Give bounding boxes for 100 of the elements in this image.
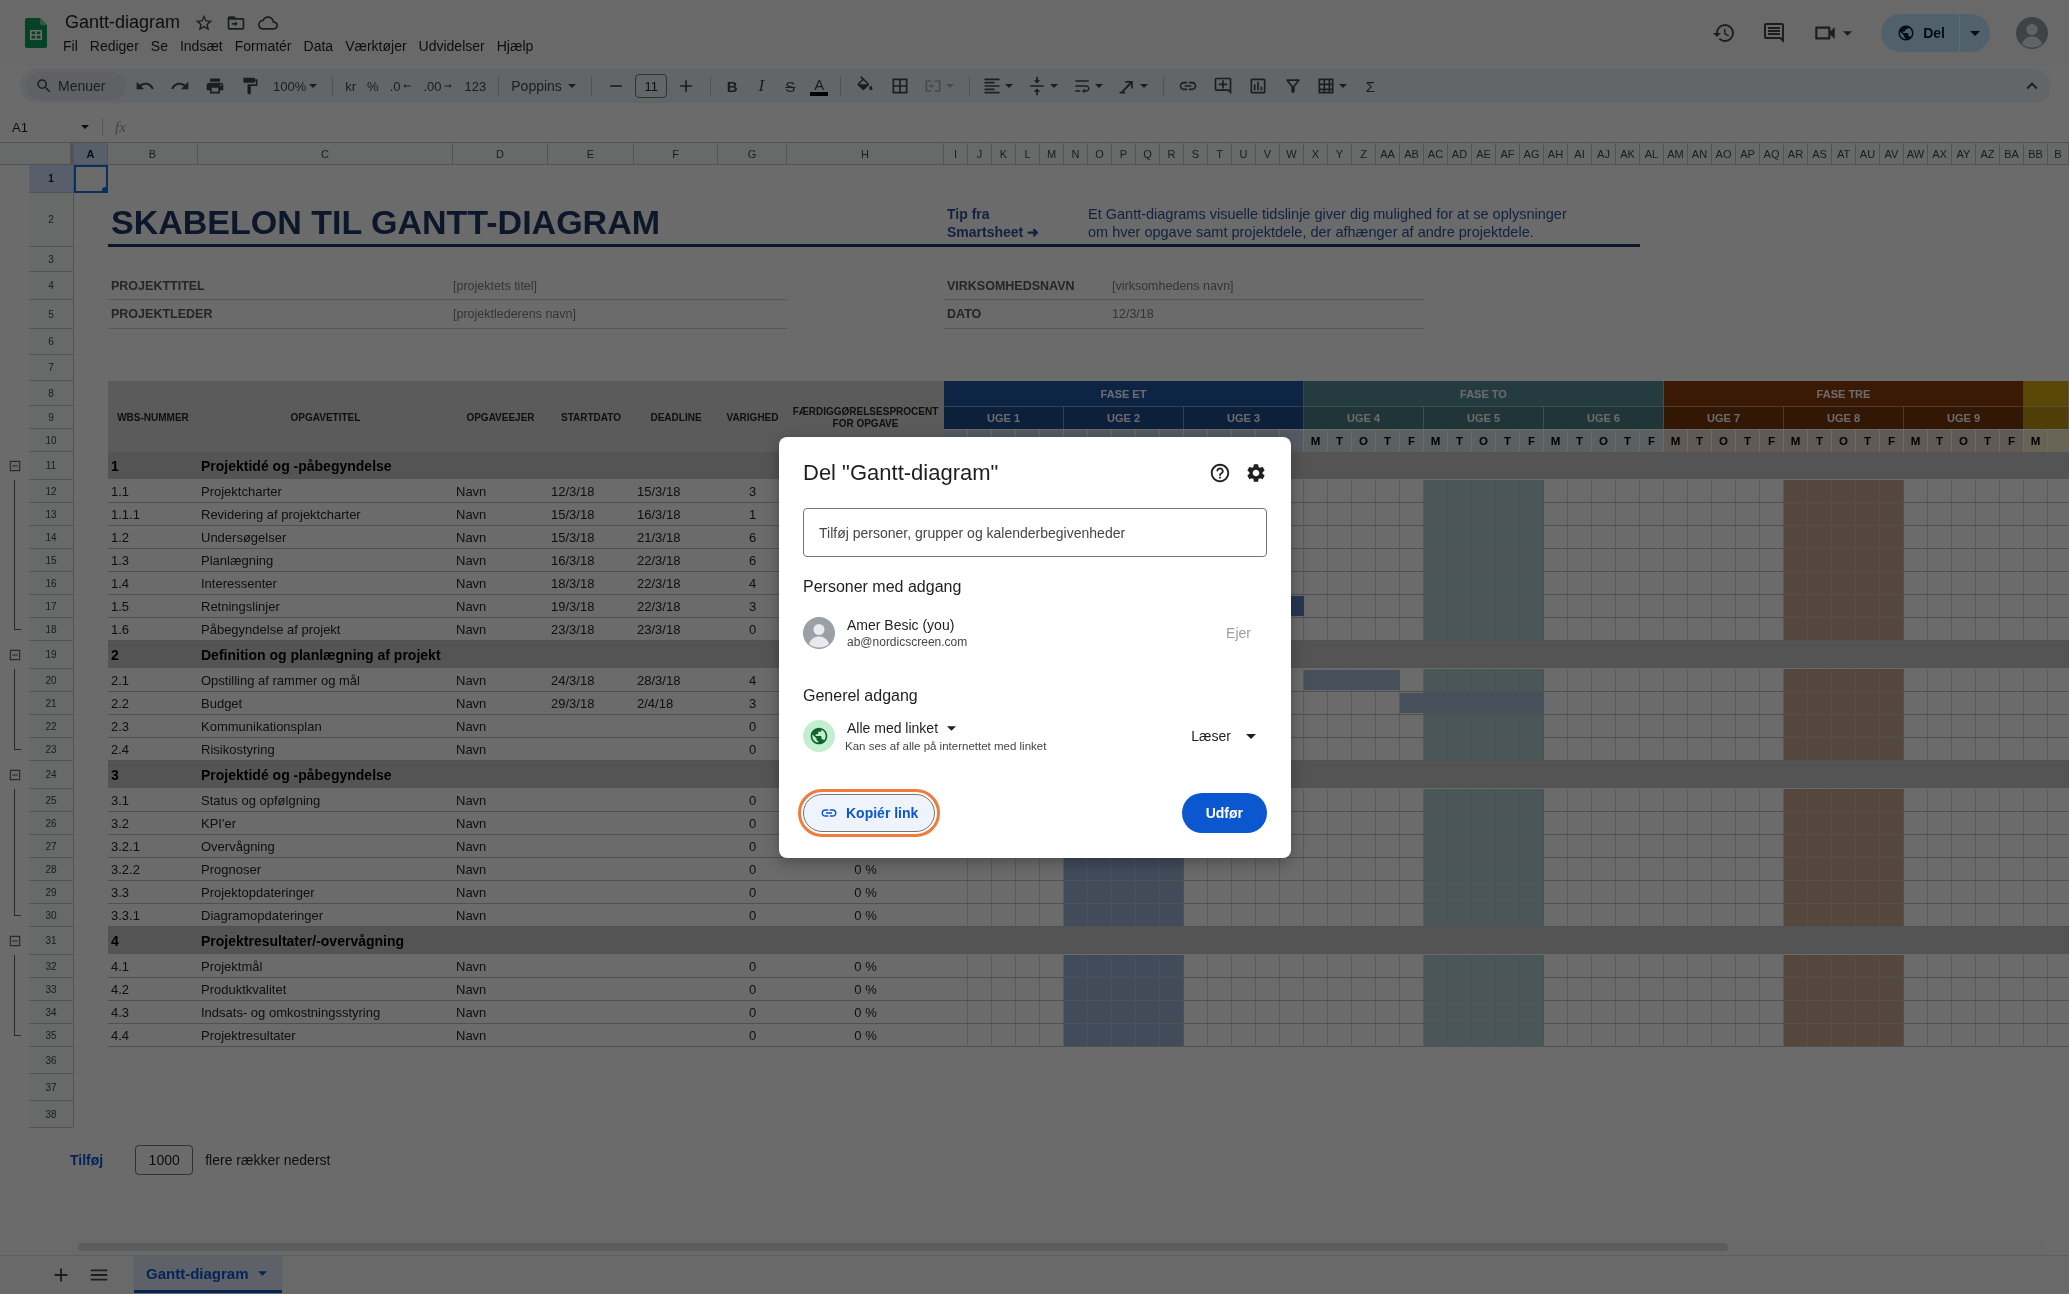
row-header[interactable]: 22 (29, 715, 74, 738)
column-header[interactable]: P (1112, 143, 1136, 165)
invite-input-field[interactable]: Tilføj personer, grupper og kalenderbegivenheder (803, 508, 1267, 557)
row-header[interactable]: 35 (29, 1024, 74, 1047)
font-size-field[interactable]: 11 (635, 74, 668, 98)
column-header[interactable]: AV (1880, 143, 1904, 165)
menu-item[interactable]: Rediger (84, 36, 144, 56)
italic-button[interactable]: I (748, 72, 775, 100)
column-header[interactable]: BA (2000, 143, 2024, 165)
row-count-field[interactable]: 1000 (135, 1145, 194, 1175)
add-comment-icon[interactable] (1213, 76, 1234, 96)
bold-button[interactable]: B (719, 72, 746, 100)
column-header[interactable]: AQ (1760, 143, 1784, 165)
row-header[interactable]: 13 (29, 503, 74, 526)
column-header[interactable]: R (1160, 143, 1184, 165)
menu-item[interactable]: Værktøjer (340, 36, 412, 56)
column-header[interactable]: AG (1520, 143, 1544, 165)
column-header[interactable]: Q (1136, 143, 1160, 165)
column-header[interactable]: AZ (1976, 143, 2000, 165)
row-header[interactable]: 31 (29, 927, 74, 955)
row-header[interactable]: 25 (29, 789, 74, 812)
column-header[interactable]: AP (1736, 143, 1760, 165)
menu-item[interactable]: Se (145, 36, 173, 56)
borders-icon[interactable] (890, 76, 911, 96)
row-header[interactable]: 17 (29, 595, 74, 618)
column-header[interactable]: AE (1472, 143, 1496, 165)
column-header[interactable]: D (453, 143, 548, 165)
share-options-button[interactable] (1960, 14, 1990, 52)
row-header[interactable]: 36 (29, 1047, 74, 1074)
column-header[interactable]: AX (1928, 143, 1952, 165)
column-header[interactable]: AF (1496, 143, 1520, 165)
menu-item[interactable]: Formatér (229, 36, 297, 56)
column-header[interactable]: C (198, 143, 453, 165)
column-header[interactable]: N (1064, 143, 1088, 165)
column-header[interactable]: AI (1568, 143, 1592, 165)
row-header[interactable]: 15 (29, 549, 74, 572)
column-header[interactable]: V (1256, 143, 1280, 165)
column-header[interactable]: T (1208, 143, 1232, 165)
column-header[interactable]: J (968, 143, 992, 165)
row-header[interactable]: 5 (29, 300, 74, 329)
strikethrough-button[interactable]: S (777, 72, 804, 100)
column-header[interactable]: AB (1400, 143, 1424, 165)
menu-item[interactable]: Hjælp (491, 36, 539, 56)
column-header[interactable]: AL (1640, 143, 1664, 165)
column-header[interactable]: AH (1544, 143, 1568, 165)
access-role-dropdown[interactable]: Læser (1191, 728, 1259, 744)
row-header[interactable]: 29 (29, 881, 74, 904)
row-header[interactable]: 11 (29, 452, 74, 480)
column-header[interactable]: AY (1952, 143, 1976, 165)
column-header[interactable]: I (944, 143, 968, 165)
column-header[interactable]: AD (1448, 143, 1472, 165)
settings-icon[interactable] (1245, 462, 1267, 484)
text-color-button[interactable]: A (806, 72, 833, 100)
done-button[interactable]: Udfør (1181, 793, 1267, 833)
row-header[interactable]: 26 (29, 812, 74, 835)
column-header[interactable]: AW (1904, 143, 1928, 165)
functions-button[interactable]: Σ (1357, 72, 1384, 100)
row-header[interactable]: 14 (29, 526, 74, 549)
access-scope-dropdown[interactable]: Alle med linket (847, 720, 1180, 736)
column-header[interactable]: Y (1328, 143, 1352, 165)
chart-icon[interactable] (1248, 76, 1269, 96)
collapse-group-icon[interactable] (7, 648, 22, 662)
menu-item[interactable]: Data (298, 36, 339, 56)
column-header[interactable]: AJ (1592, 143, 1616, 165)
collapse-group-icon[interactable] (7, 934, 22, 948)
column-header[interactable]: AK (1616, 143, 1640, 165)
row-header[interactable]: 10 (29, 429, 74, 452)
column-header[interactable]: G (718, 143, 787, 165)
column-header[interactable]: W (1280, 143, 1304, 165)
document-title[interactable]: Gantt-diagram (63, 12, 183, 33)
row-header[interactable]: 28 (29, 858, 74, 881)
cell-reference-box[interactable]: A1 (8, 115, 96, 139)
row-header[interactable]: 37 (29, 1074, 74, 1101)
row-header[interactable]: 27 (29, 835, 74, 858)
column-header[interactable]: BB (2024, 143, 2048, 165)
row-header[interactable]: 34 (29, 1001, 74, 1024)
column-header[interactable]: AM (1664, 143, 1688, 165)
column-header[interactable]: F (634, 143, 718, 165)
column-header[interactable]: B (2048, 143, 2069, 165)
collapse-group-icon[interactable] (7, 768, 22, 782)
column-header[interactable]: AT (1832, 143, 1856, 165)
currency-format-button[interactable]: kr (341, 72, 361, 100)
row-header[interactable]: 30 (29, 904, 74, 927)
column-header[interactable]: AC (1424, 143, 1448, 165)
column-header[interactable]: U (1232, 143, 1256, 165)
help-icon[interactable] (1209, 462, 1231, 484)
account-avatar[interactable] (2016, 17, 2048, 49)
row-header[interactable]: 20 (29, 669, 74, 692)
menu-item[interactable]: Fil (58, 36, 83, 56)
column-header[interactable]: AO (1712, 143, 1736, 165)
row-header[interactable]: 3 (29, 247, 74, 272)
paint-roller-icon[interactable] (240, 76, 260, 96)
row-header[interactable]: 12 (29, 480, 74, 503)
row-header[interactable]: 8 (29, 381, 74, 406)
share-button[interactable]: Del (1881, 14, 1959, 52)
row-header[interactable]: 33 (29, 978, 74, 1001)
column-header[interactable]: E (548, 143, 634, 165)
row-header[interactable]: 38 (29, 1101, 74, 1128)
row-header[interactable]: 9 (29, 406, 74, 429)
percent-format-button[interactable]: % (363, 72, 383, 100)
